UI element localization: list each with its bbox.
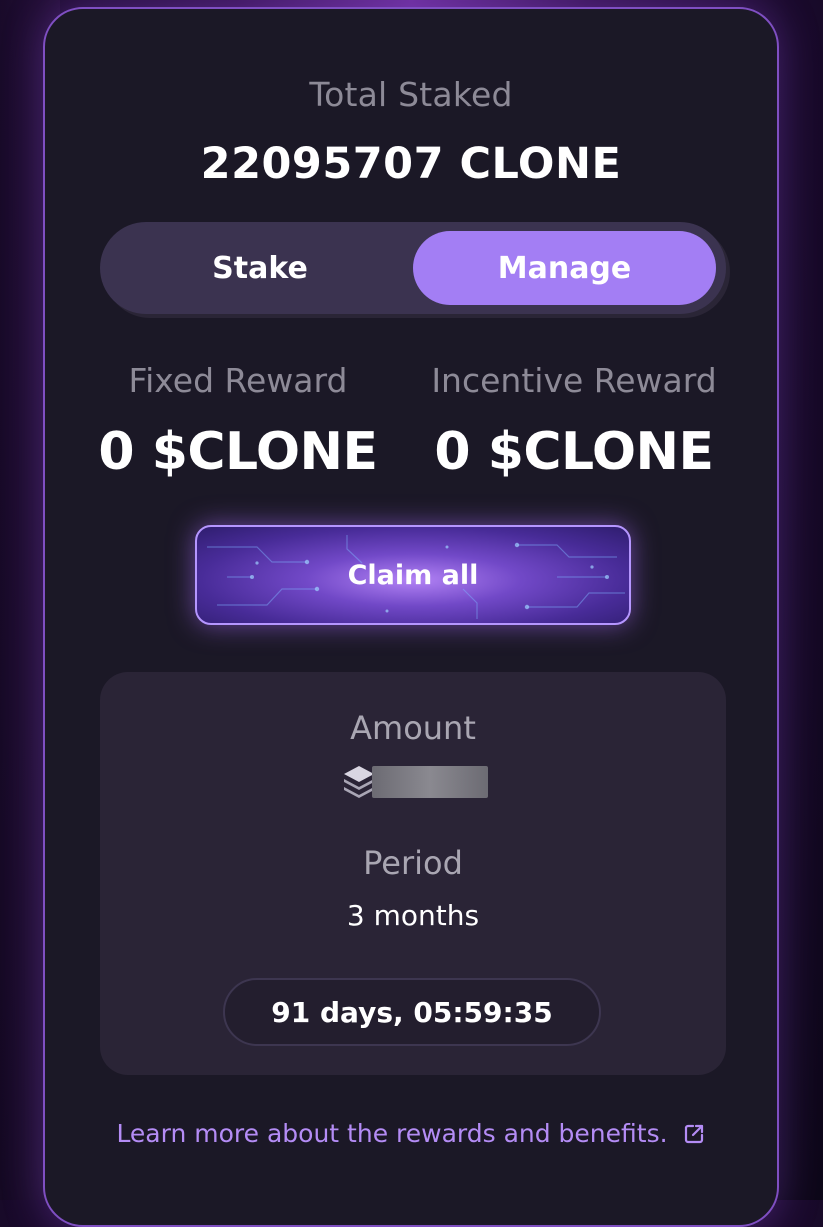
incentive-reward-value: 0 $CLONE <box>434 422 714 482</box>
fixed-reward-label: Fixed Reward <box>128 361 348 400</box>
stake-manage-toggle: Stake Manage <box>100 222 726 314</box>
learn-more-link[interactable]: Learn more about the rewards and benefit… <box>45 1119 777 1148</box>
claim-all-label: Claim all <box>347 559 479 591</box>
incentive-reward: Incentive Reward 0 $CLONE <box>409 361 739 482</box>
unlock-countdown: 91 days, 05:59:35 <box>223 978 601 1046</box>
claim-all-button[interactable]: Claim all <box>195 525 631 625</box>
amount-value <box>342 764 488 800</box>
total-staked-label: Total Staked <box>309 75 513 114</box>
tab-manage[interactable]: Manage <box>413 231 716 305</box>
external-link-icon <box>684 1124 703 1143</box>
tab-stake[interactable]: Stake <box>110 231 410 305</box>
amount-label: Amount <box>350 709 476 747</box>
period-value: 3 months <box>346 899 480 932</box>
learn-more-text: Learn more about the rewards and benefit… <box>116 1119 668 1148</box>
period-label: Period <box>363 844 463 882</box>
total-staked-value: 22095707 CLONE <box>200 139 622 189</box>
incentive-reward-label: Incentive Reward <box>431 361 717 400</box>
amount-redacted <box>372 766 488 798</box>
stake-position-panel: Amount Period 3 months 91 days, 05:59:35 <box>100 672 726 1075</box>
staking-card: Total Staked 22095707 CLONE Stake Manage… <box>43 7 779 1227</box>
fixed-reward-value: 0 $CLONE <box>98 422 378 482</box>
stack-layers-icon <box>344 766 374 798</box>
fixed-reward: Fixed Reward 0 $CLONE <box>73 361 403 482</box>
